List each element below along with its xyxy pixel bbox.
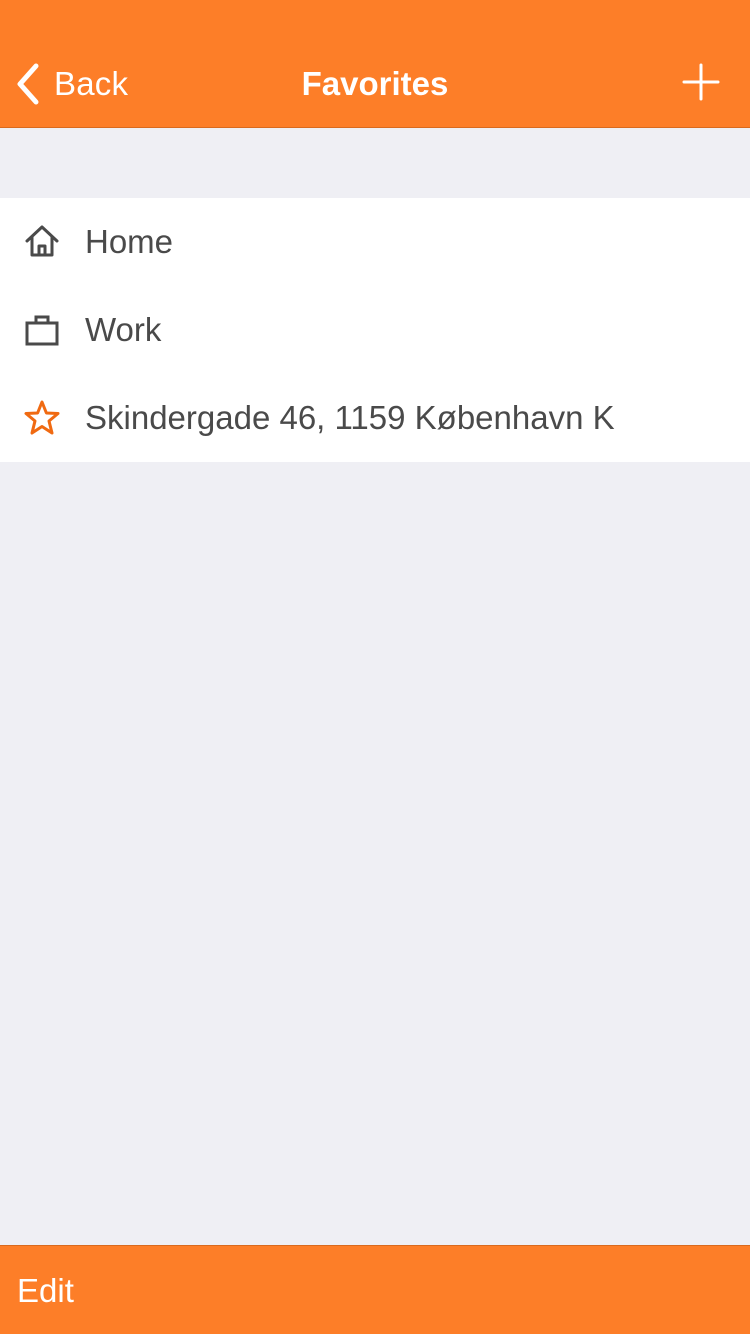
favorite-row-home[interactable]: Home: [0, 198, 750, 286]
favorite-row-address[interactable]: Skindergade 46, 1159 København K: [0, 374, 750, 462]
edit-button[interactable]: Edit: [17, 1246, 74, 1334]
favorites-list: Home Work Skindergade 46, 1159 København…: [0, 198, 750, 462]
favorite-label: Skindergade 46, 1159 København K: [85, 399, 615, 436]
favorite-row-work[interactable]: Work: [0, 286, 750, 374]
favorite-label: Home: [85, 223, 174, 260]
page-title: Favorites: [301, 65, 449, 102]
star-icon: [22, 398, 62, 438]
bottom-toolbar: Edit: [0, 1245, 750, 1334]
navigation-bar: Back Favorites: [0, 0, 750, 128]
plus-icon: [682, 63, 720, 101]
home-icon: [22, 222, 62, 262]
briefcase-icon: [22, 310, 62, 350]
add-favorite-button[interactable]: [682, 63, 720, 101]
app-screen: Back Favorites Home Work Skindergade 46,…: [0, 0, 750, 1334]
favorite-label: Work: [85, 311, 162, 348]
